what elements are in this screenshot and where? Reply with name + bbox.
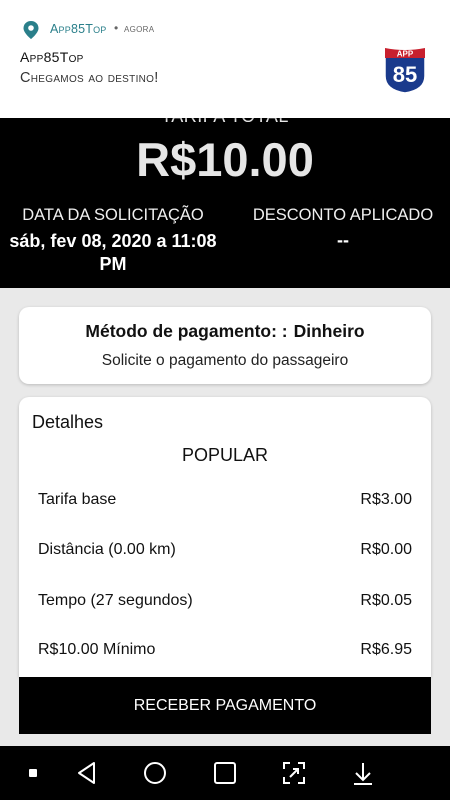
notification-pull-icon[interactable] (350, 760, 376, 786)
fare-row-value: R$0.05 (360, 592, 412, 609)
notification-time: agora (124, 23, 155, 35)
fare-row-value: R$6.95 (360, 641, 412, 658)
fare-row-label: R$10.00 Mínimo (38, 641, 156, 658)
receive-payment-button[interactable]: RECEBER PAGAMENTO (19, 677, 431, 734)
back-icon[interactable] (74, 760, 100, 786)
screenshot-icon[interactable] (281, 760, 307, 786)
system-nav-bar (0, 746, 450, 800)
fare-row-value: R$0.00 (360, 541, 412, 558)
discount-value: -- (337, 230, 349, 250)
fare-details-card: Detalhes POPULAR Tarifa base R$3.00 Dist… (19, 397, 431, 677)
request-date-label: DATA DA SOLICITAÇÃO (22, 206, 204, 224)
details-title: Detalhes (32, 412, 104, 432)
menu-dot-icon[interactable] (20, 760, 46, 786)
logo-main-text: 85 (393, 62, 417, 87)
fare-row-value: R$3.00 (360, 491, 412, 508)
home-icon[interactable] (142, 760, 168, 786)
notification-app-name: App85Top (50, 22, 107, 36)
total-fare-value: R$10.00 (136, 133, 314, 186)
notification-title: App85Top (20, 49, 84, 65)
fare-row-label: Tarifa base (38, 491, 117, 508)
notification-separator: • (114, 21, 119, 35)
app-logo-shield: APP 85 (384, 47, 426, 94)
payment-method-line: Método de pagamento: : Dinheiro (19, 321, 431, 342)
vehicle-category: POPULAR (181, 445, 269, 465)
payment-method-card: Método de pagamento: : Dinheiro Solicite … (19, 307, 431, 384)
location-pin-icon (23, 21, 39, 39)
recents-icon[interactable] (212, 760, 238, 786)
fare-row-label: Distância (0.00 km) (38, 541, 176, 558)
fare-row-label: Tempo (27 segundos) (38, 592, 193, 609)
total-fare-label: TARIFA TOTAL (0, 118, 450, 127)
discount-label: DESCONTO APLICADO (252, 206, 434, 224)
payment-method-label: Método de pagamento: : (85, 321, 288, 341)
notification-banner[interactable]: App85Top • agora App85Top Chegamos ao de… (0, 0, 450, 118)
payment-method-value: Dinheiro (293, 321, 365, 341)
request-date-value: sáb, fev 08, 2020 a 11:08 PM (9, 231, 217, 274)
payment-instruction: Solicite o pagamento do passageiro (101, 352, 349, 369)
fare-header: TARIFA TOTAL R$10.00 DATA DA SOLICITAÇÃO… (0, 118, 450, 288)
logo-top-text: APP (397, 50, 414, 59)
notification-message: Chegamos ao destino! (20, 70, 159, 86)
